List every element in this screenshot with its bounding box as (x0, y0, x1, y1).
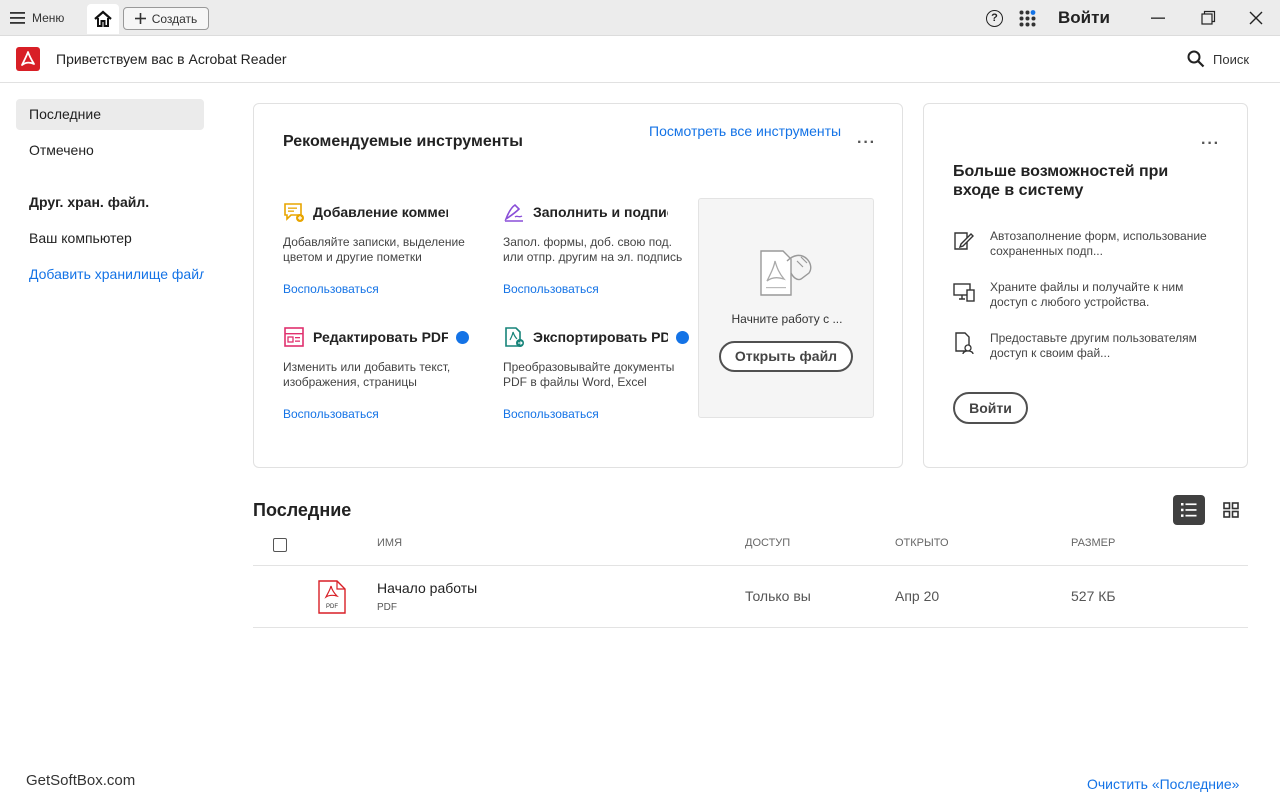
comment-icon (284, 203, 304, 222)
tool-fill-sign: Заполнить и подписать Запол. формы, доб.… (503, 201, 693, 296)
sidebar-heading-storage: Друг. хран. файл. (29, 194, 150, 210)
tool-name: Добавление комментариев (313, 204, 448, 220)
watermark-text: GetSoftBox.com (26, 772, 136, 789)
minimize-icon[interactable] (1148, 8, 1168, 28)
file-opened-date: Апр 20 (895, 588, 940, 604)
menu-label: Меню (32, 11, 65, 25)
more-options-icon[interactable]: ··· (857, 134, 876, 152)
svg-text:PDF: PDF (326, 604, 338, 610)
tool-desc: Изменить или добавить текст, изображения… (283, 360, 451, 389)
tool-use-link[interactable]: Воспользоваться (503, 407, 693, 421)
create-label: Создать (151, 11, 198, 26)
signin-card-title: Больше возможностей при входе в систему (953, 163, 1169, 199)
open-file-button[interactable]: Открыть файл (719, 341, 853, 372)
file-size: 527 КБ (1071, 588, 1116, 604)
list-view-icon (1181, 503, 1197, 517)
see-all-tools-link[interactable]: Посмотреть все инструменты (649, 123, 841, 139)
restore-icon[interactable] (1198, 8, 1218, 28)
sidebar-item-your-computer[interactable]: Ваш компьютер (16, 223, 204, 254)
tool-desc: Добавляйте записки, выделение цветом и д… (283, 235, 465, 264)
select-all-checkbox[interactable] (273, 538, 287, 552)
tool-export-pdf: Экспортировать PDF Преобразовывайте доку… (503, 326, 693, 421)
tool-use-link[interactable]: Воспользоваться (503, 282, 693, 296)
recent-section-title: Последние (253, 500, 352, 520)
column-header-size[interactable]: Размер (1071, 537, 1115, 549)
feature-text: Храните файлы и получайте к ним доступ с… (990, 280, 1184, 309)
create-button[interactable]: Создать (123, 7, 209, 30)
tool-edit-pdf: Редактировать PDF Изменить или добавить … (283, 326, 473, 421)
tool-comment: Добавление комментариев Добавляйте запис… (283, 201, 473, 296)
home-tab[interactable] (87, 4, 119, 34)
share-file-icon (955, 332, 974, 355)
tool-use-link[interactable]: Воспользоваться (283, 407, 473, 421)
form-edit-icon (954, 232, 974, 250)
feature-share: Предоставьте другим пользователям доступ… (952, 331, 1222, 361)
file-access: Только вы (745, 588, 811, 604)
feature-text: Автозаполнение форм, использование сохра… (990, 229, 1207, 258)
table-divider (253, 565, 1248, 566)
plus-icon (134, 13, 146, 24)
more-options-icon[interactable]: ··· (1201, 135, 1220, 153)
tool-name: Заполнить и подписать (533, 204, 668, 220)
start-panel: Начните работу с ... Открыть файл (698, 198, 874, 418)
signin-button[interactable]: Войти (953, 392, 1028, 424)
premium-badge-icon (456, 331, 469, 344)
feature-text: Предоставьте другим пользователям доступ… (990, 331, 1197, 360)
apps-icon[interactable] (1019, 10, 1036, 27)
home-icon (94, 10, 112, 27)
signin-benefits-card: ··· Больше возможностей при входе в сист… (923, 103, 1248, 468)
devices-icon (953, 283, 975, 302)
welcome-title: Приветствуем вас в Acrobat Reader (56, 51, 287, 67)
close-icon[interactable] (1246, 8, 1266, 28)
tool-desc: Запол. формы, доб. свою под. или отпр. д… (503, 235, 683, 264)
signin-top-button[interactable]: Войти (1058, 8, 1110, 28)
feature-autofill: Автозаполнение форм, использование сохра… (952, 229, 1222, 259)
pdf-file-icon: PDF (318, 580, 346, 614)
premium-badge-icon (676, 331, 689, 344)
file-name: Начало работы (377, 580, 478, 596)
document-hand-icon (760, 250, 812, 296)
sidebar: Последние Отмечено Друг. хран. файл. Ваш… (0, 83, 222, 783)
search-button[interactable]: Поиск (1187, 50, 1249, 68)
start-text: Начните работу с ... (731, 312, 843, 326)
tool-name: Редактировать PDF (313, 329, 448, 345)
title-bar: Меню Создать ? Войти (0, 0, 1280, 36)
sidebar-item-starred[interactable]: Отмечено (16, 135, 204, 166)
search-icon (1187, 50, 1205, 68)
clear-recent-link[interactable]: Очистить «Последние» (1087, 776, 1239, 792)
tool-use-link[interactable]: Воспользоваться (283, 282, 473, 296)
sidebar-item-add-storage[interactable]: Добавить хранилище файлов (16, 259, 204, 290)
column-header-opened[interactable]: Открыто (895, 537, 949, 549)
search-label: Поиск (1213, 51, 1250, 67)
hamburger-icon (10, 12, 25, 24)
edit-pdf-icon (284, 327, 304, 347)
column-header-name[interactable]: Имя (377, 537, 402, 549)
app-header: Приветствуем вас в Acrobat Reader Поиск (0, 36, 1280, 83)
list-view-button[interactable] (1173, 495, 1205, 525)
tool-name: Экспортировать PDF (533, 329, 668, 345)
feature-access: Храните файлы и получайте к ним доступ с… (952, 280, 1222, 310)
export-pdf-icon (505, 327, 524, 347)
column-header-access[interactable]: Доступ (745, 537, 790, 549)
grid-view-icon[interactable] (1222, 501, 1240, 519)
tools-card-title: Рекомендуемые инструменты (283, 133, 523, 150)
file-type: PDF (377, 602, 397, 613)
fill-sign-icon (504, 203, 523, 222)
menu-button[interactable]: Меню (10, 7, 64, 29)
sidebar-item-recent[interactable]: Последние (16, 99, 204, 130)
tool-desc: Преобразовывайте документы PDF в файлы W… (503, 360, 675, 389)
recommended-tools-card: Рекомендуемые инструменты Посмотреть все… (253, 103, 903, 468)
help-icon[interactable]: ? (986, 10, 1003, 27)
table-divider (253, 627, 1248, 628)
acrobat-logo (16, 47, 40, 71)
